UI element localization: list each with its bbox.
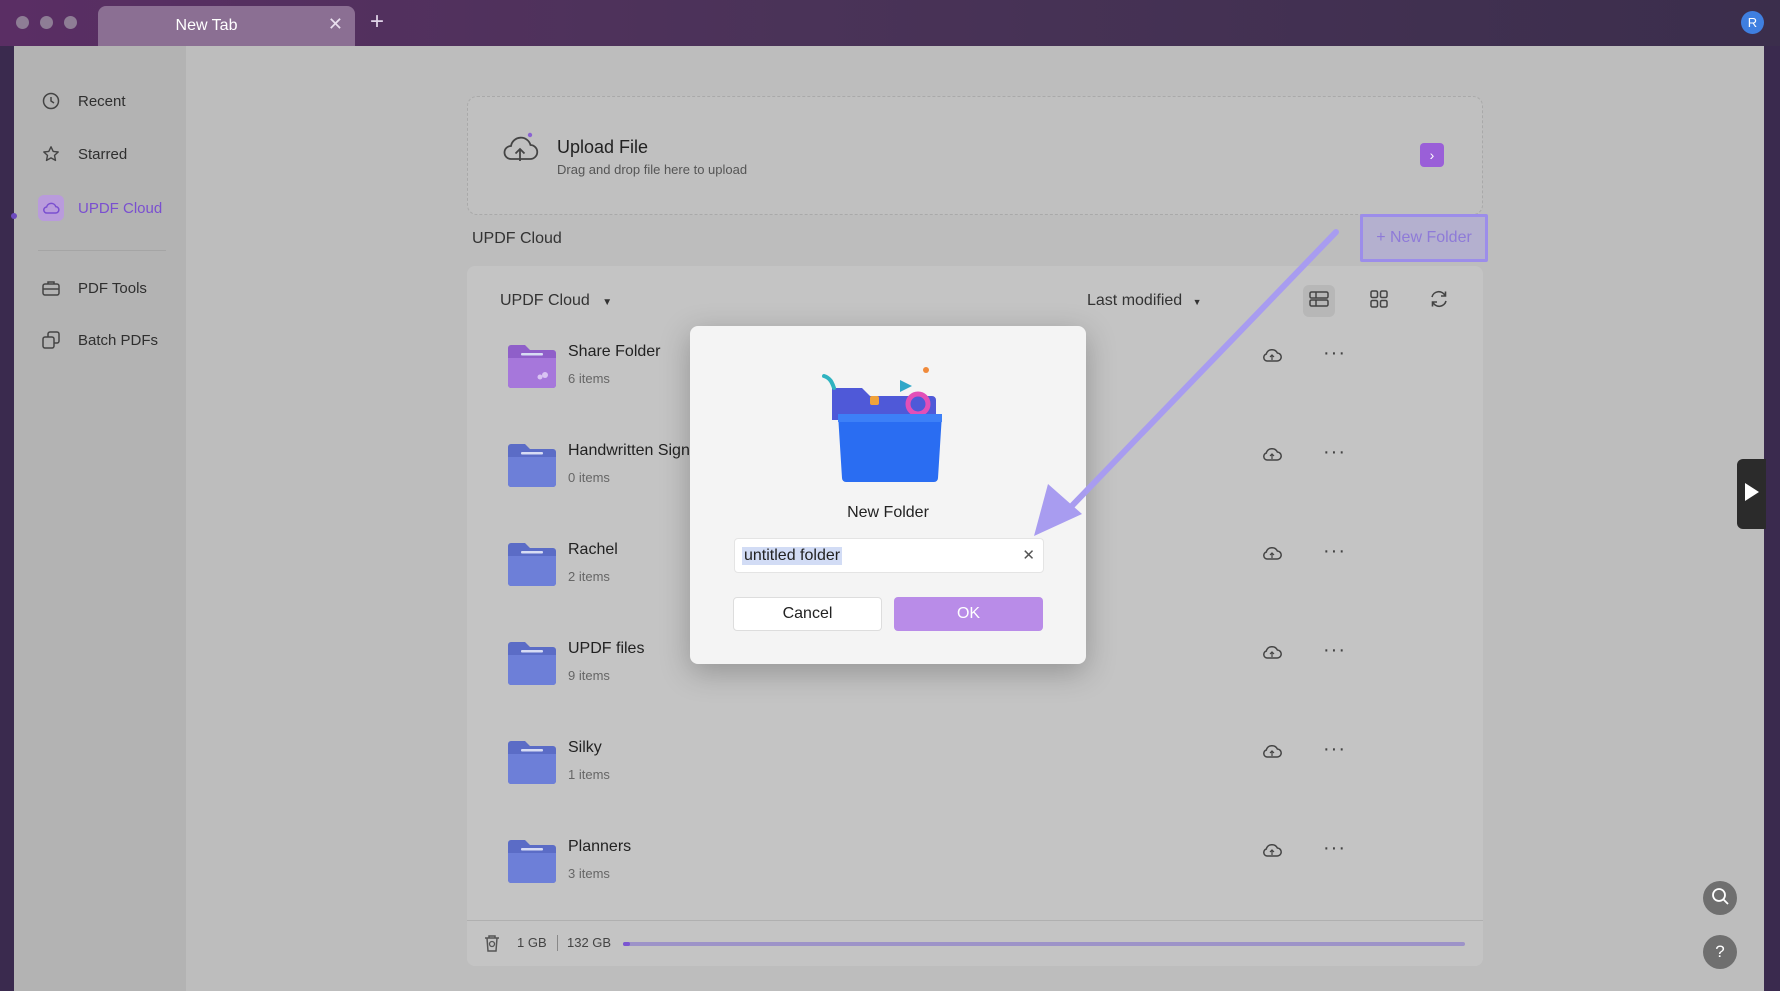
toolbox-icon: [38, 275, 64, 301]
more-options-icon[interactable]: ···: [1323, 639, 1346, 662]
sidebar-item-label: Batch PDFs: [78, 331, 159, 349]
new-folder-button[interactable]: + New Folder: [1360, 214, 1488, 262]
folder-item-count: 1 items: [568, 767, 610, 782]
cloud-upload-icon: [500, 129, 540, 174]
shared-folder-icon: [507, 343, 557, 394]
more-options-icon[interactable]: ···: [1323, 837, 1346, 860]
refresh-icon: [1429, 290, 1449, 313]
ok-button[interactable]: OK: [894, 597, 1043, 631]
section-title: UPDF Cloud: [472, 230, 562, 247]
help-icon: ?: [1715, 942, 1725, 961]
cloud-icon[interactable]: [1261, 742, 1283, 765]
search-icon: [1711, 887, 1729, 910]
folder-item-count: 9 items: [568, 668, 610, 683]
folder-icon: [507, 442, 557, 493]
cloud-icon[interactable]: [1261, 643, 1283, 666]
title-bar: New Tab ✕ + R: [0, 0, 1780, 46]
sidebar-item-label: Starred: [78, 145, 128, 163]
upload-title: Upload File: [557, 137, 649, 157]
sort-label: Last modified: [1087, 292, 1183, 309]
cloud-icon[interactable]: [1261, 544, 1283, 567]
tab-new-tab[interactable]: New Tab ✕: [98, 6, 355, 46]
storage-progress-fill: [623, 942, 630, 946]
cloud-icon[interactable]: [1261, 841, 1283, 864]
folder-name-value[interactable]: untitled folder: [742, 547, 843, 565]
sidebar-item-starred[interactable]: Starred: [38, 139, 127, 169]
more-options-icon[interactable]: ···: [1323, 540, 1346, 563]
more-options-icon[interactable]: ···: [1323, 738, 1346, 761]
close-window-button[interactable]: [16, 16, 29, 29]
cancel-button[interactable]: Cancel: [733, 597, 882, 631]
tab-title: New Tab: [175, 17, 238, 34]
minimize-window-button[interactable]: [40, 16, 53, 29]
sidebar-item-label: Recent: [78, 92, 126, 110]
folder-item-count: 0 items: [568, 470, 610, 485]
sort-dropdown[interactable]: Last modified ▼: [1087, 292, 1202, 310]
storage-footer: 1 GB 132 GB: [467, 920, 1483, 966]
help-float-button[interactable]: ?: [1703, 935, 1737, 969]
zoom-window-button[interactable]: [64, 16, 77, 29]
sidebar-item-label: UPDF Cloud: [78, 199, 163, 217]
sidebar-item-updf-cloud[interactable]: UPDF Cloud: [38, 193, 162, 223]
caret-down-icon: ▼: [602, 297, 613, 308]
play-icon: [1744, 482, 1760, 507]
more-options-icon[interactable]: ···: [1323, 441, 1346, 464]
more-options-icon[interactable]: ···: [1323, 342, 1346, 365]
storage-progress-bar: [623, 942, 1465, 946]
trash-icon[interactable]: [483, 933, 501, 958]
grid-view-button[interactable]: [1363, 285, 1395, 317]
upload-subtitle: Drag and drop file here to upload: [557, 162, 748, 177]
clock-icon: [38, 88, 64, 114]
folder-icon: [507, 739, 557, 790]
grid-view-icon: [1370, 289, 1388, 313]
storage-used: 1 GB: [517, 935, 547, 950]
folder-item-count: 3 items: [568, 866, 610, 881]
sidebar-item-label: PDF Tools: [78, 279, 147, 297]
folder-name: Silky: [568, 739, 602, 756]
sidebar: Recent Starred UPDF Cloud PDF Tools Batc…: [11, 46, 186, 991]
upload-dropzone[interactable]: Upload File Drag and drop file here to u…: [467, 96, 1483, 215]
folder-name-input[interactable]: untitled folder ✕: [734, 538, 1044, 573]
folder-name: UPDF files: [568, 640, 645, 657]
list-view-icon: [1309, 290, 1329, 312]
cloud-icon[interactable]: [1261, 445, 1283, 468]
caret-down-icon: ▼: [1192, 297, 1202, 307]
search-float-button[interactable]: [1703, 881, 1737, 915]
folder-row[interactable]: Planners 3 items ···: [467, 821, 1457, 920]
folder-row[interactable]: Silky 1 items ···: [467, 722, 1457, 821]
folder-name: Handwritten Sign: [568, 442, 690, 459]
folder-item-count: 2 items: [568, 569, 610, 584]
sidebar-item-pdf-tools[interactable]: PDF Tools: [38, 273, 147, 303]
folder-icon: [507, 838, 557, 889]
tab-close-icon[interactable]: ✕: [328, 14, 343, 35]
list-view-button[interactable]: [1303, 285, 1335, 317]
cloud-icon[interactable]: [1261, 346, 1283, 369]
folder-icon: [507, 640, 557, 691]
sidebar-divider: [38, 250, 166, 251]
dialog-title: New Folder: [847, 504, 929, 521]
upload-arrow-button[interactable]: ›: [1420, 143, 1444, 167]
folder-name: Planners: [568, 838, 632, 855]
divider: [557, 935, 558, 951]
clear-input-icon[interactable]: ✕: [1022, 546, 1035, 564]
avatar[interactable]: R: [1741, 11, 1764, 34]
location-dropdown[interactable]: UPDF Cloud ▼: [500, 292, 612, 310]
batch-icon: [38, 327, 64, 353]
folder-name: Share Folder: [568, 343, 661, 360]
refresh-button[interactable]: [1423, 285, 1455, 317]
sidebar-item-recent[interactable]: Recent: [38, 86, 126, 116]
storage-total: 132 GB: [567, 935, 612, 950]
folder-icon: [507, 541, 557, 592]
folder-illustration-icon: [818, 366, 958, 491]
location-label: UPDF Cloud: [500, 292, 590, 309]
sidebar-item-batch-pdfs[interactable]: Batch PDFs: [38, 325, 158, 355]
folder-item-count: 6 items: [568, 371, 610, 386]
cloud-icon: [38, 195, 64, 221]
star-icon: [38, 141, 64, 167]
active-indicator: [11, 213, 17, 219]
new-folder-dialog: New Folder untitled folder ✕ Cancel OK: [690, 326, 1086, 664]
folder-name: Rachel: [568, 541, 618, 558]
panel-toggle-button[interactable]: [1737, 459, 1766, 529]
add-tab-icon[interactable]: +: [370, 8, 384, 36]
